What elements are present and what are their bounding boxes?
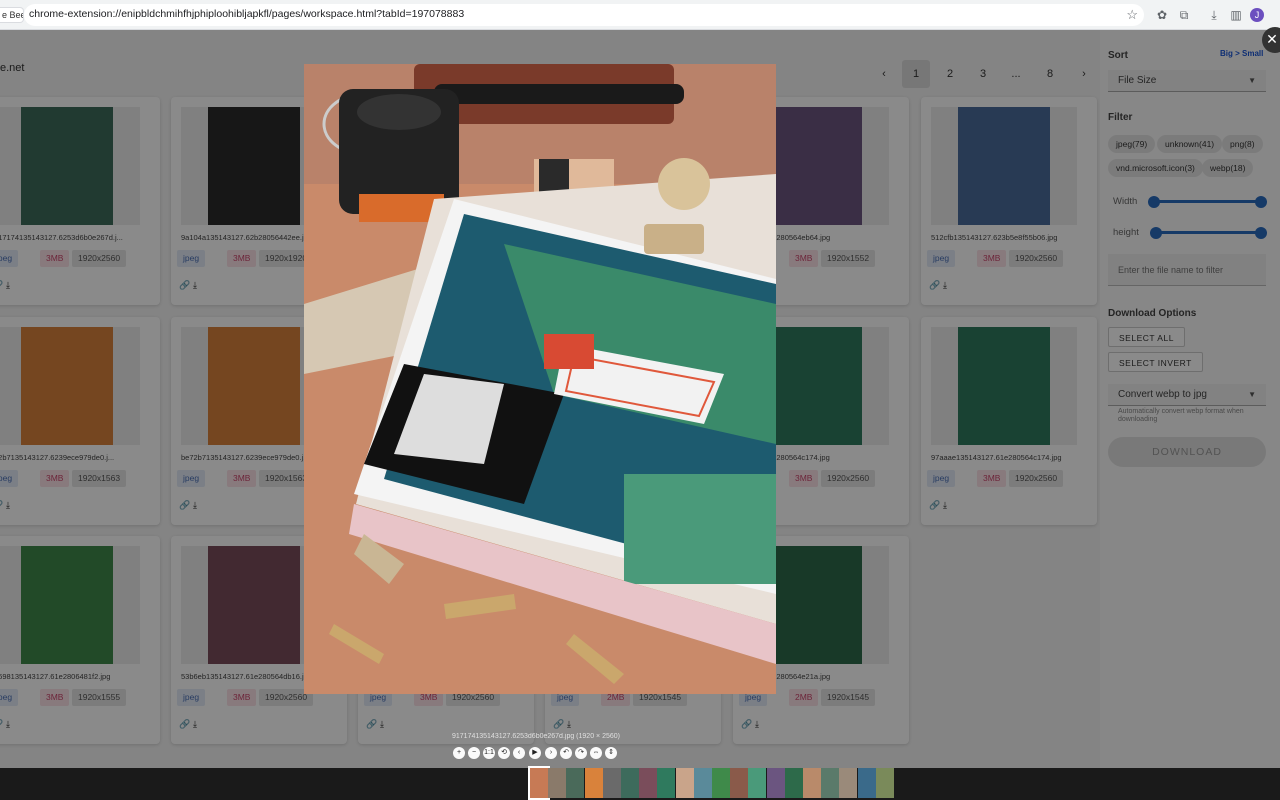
viewer-image[interactable] (304, 64, 776, 694)
browser-toolbar: e Bee chrome-extension://enipbldchmihfhj… (0, 0, 1280, 30)
rotate-left-icon[interactable]: ↶ (560, 747, 572, 759)
play-icon[interactable]: ▶ (529, 747, 541, 759)
filmstrip-thumbnail[interactable] (748, 768, 767, 798)
flip-horizontal-icon[interactable]: ⇔ (590, 747, 602, 759)
filmstrip-thumbnail[interactable] (548, 768, 567, 798)
url-text: chrome-extension://enipbldchmihfhjphiplo… (29, 8, 465, 20)
viewer-caption: 917174135143127.6253d6b0e267d.jpg (1920 … (452, 733, 620, 740)
filmstrip-thumbnail[interactable] (712, 768, 730, 798)
filmstrip-thumbnail[interactable] (693, 768, 712, 798)
next-image-icon[interactable]: › (545, 747, 557, 759)
extension-bee-icon[interactable]: ✿ (1154, 7, 1170, 23)
artwork-photo (304, 64, 776, 694)
zoom-out-icon[interactable]: − (468, 747, 480, 759)
filmstrip-thumbnail[interactable] (566, 768, 585, 798)
filmstrip-thumbnail[interactable] (639, 768, 658, 798)
filmstrip-thumbnail[interactable] (675, 768, 694, 798)
filmstrip-thumbnail[interactable] (621, 768, 639, 798)
thumbnail-filmstrip (528, 766, 894, 800)
filmstrip-thumbnail[interactable] (875, 768, 894, 798)
filmstrip-thumbnail[interactable] (839, 768, 858, 798)
zoom-in-icon[interactable]: + (453, 747, 465, 759)
one-to-one-icon[interactable]: 1:1 (483, 747, 495, 759)
filmstrip-thumbnail[interactable] (584, 768, 603, 798)
download-icon[interactable]: ⤓ (1206, 7, 1222, 23)
filmstrip-thumbnail[interactable] (821, 768, 840, 798)
extensions-puzzle-icon[interactable]: ⧉ (1176, 7, 1192, 23)
reset-icon[interactable]: ⟲ (498, 747, 510, 759)
flip-vertical-icon[interactable]: ⇕ (605, 747, 617, 759)
browser-tab[interactable]: e Bee (0, 7, 24, 23)
filmstrip-thumbnail[interactable] (657, 768, 676, 798)
profile-avatar[interactable]: J (1250, 8, 1264, 22)
sidepanel-icon[interactable]: ▥ (1228, 7, 1244, 23)
rotate-right-icon[interactable]: ↷ (575, 747, 587, 759)
filmstrip-thumbnail[interactable] (528, 766, 550, 800)
bookmark-star-icon[interactable]: ☆ (1126, 7, 1138, 23)
prev-image-icon[interactable]: ‹ (513, 747, 525, 759)
filmstrip-thumbnail[interactable] (784, 768, 803, 798)
address-bar[interactable]: chrome-extension://enipbldchmihfhjphiplo… (24, 4, 1144, 26)
filmstrip-thumbnail[interactable] (730, 768, 749, 798)
filmstrip-thumbnail[interactable] (766, 768, 785, 798)
filmstrip-thumbnail[interactable] (857, 768, 876, 798)
filmstrip-thumbnail[interactable] (602, 768, 621, 798)
filmstrip-thumbnail[interactable] (803, 768, 821, 798)
